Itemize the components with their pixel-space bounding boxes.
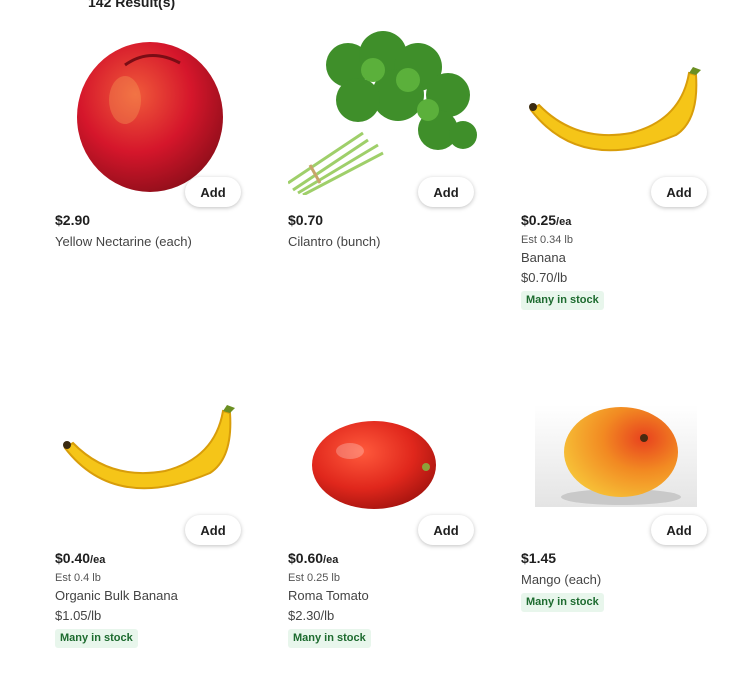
price-per-lb: $2.30/lb (288, 608, 335, 623)
product-image-nectarine[interactable] (55, 25, 245, 195)
product-price: $0.25/ea (521, 212, 572, 228)
product-image-mango[interactable] (521, 363, 711, 533)
product-price: $0.70 (288, 212, 324, 228)
price-per-lb: $0.70/lb (521, 270, 568, 285)
stock-badge: Many in stock (521, 291, 604, 310)
results-count: 142 Result(s) (88, 0, 176, 10)
product-name[interactable]: Banana (521, 249, 721, 267)
stock-badge: Many in stock (288, 629, 371, 648)
product-name[interactable]: Mango (each) (521, 571, 721, 589)
add-button[interactable]: Add (418, 515, 474, 545)
estimated-weight: Est 0.4 lb (55, 572, 101, 584)
add-button[interactable]: Add (651, 177, 707, 207)
product-price: $2.90 (55, 212, 91, 228)
product-image-banana[interactable] (521, 25, 711, 195)
product-price: $0.40/ea (55, 550, 106, 566)
product-name[interactable]: Roma Tomato (288, 587, 488, 605)
product-image-cilantro[interactable] (288, 25, 478, 195)
product-image-tomato[interactable] (288, 363, 478, 533)
product-price: $1.45 (521, 550, 557, 566)
product-price: $0.60/ea (288, 550, 339, 566)
estimated-weight: Est 0.25 lb (288, 572, 340, 584)
stock-badge: Many in stock (521, 593, 604, 612)
add-button[interactable]: Add (418, 177, 474, 207)
add-button[interactable]: Add (185, 177, 241, 207)
stock-badge: Many in stock (55, 629, 138, 648)
product-name[interactable]: Organic Bulk Banana (55, 587, 255, 605)
product-name[interactable]: Cilantro (bunch) (288, 233, 488, 251)
estimated-weight: Est 0.34 lb (521, 234, 573, 246)
product-image-banana[interactable] (55, 363, 245, 533)
price-per-lb: $1.05/lb (55, 608, 102, 623)
product-name[interactable]: Yellow Nectarine (each) (55, 233, 255, 251)
add-button[interactable]: Add (651, 515, 707, 545)
add-button[interactable]: Add (185, 515, 241, 545)
